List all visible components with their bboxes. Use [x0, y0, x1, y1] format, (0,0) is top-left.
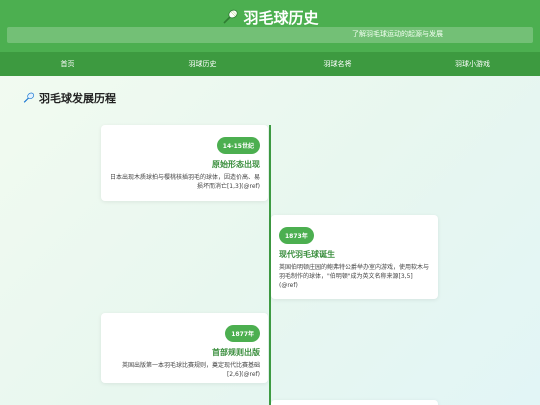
card-text: 英国出版第一本羽毛球比赛规则，奠定现代比赛基础[2,6](@ref) [121, 362, 260, 378]
subtitle-bar: 了解羽毛球运动的起源与发展 [7, 27, 533, 43]
site-header: 羽毛球历史 了解羽毛球运动的起源与发展 [0, 0, 540, 52]
card-title: 原始形态出现 [212, 160, 260, 169]
year-badge: 1873年 [279, 227, 314, 244]
section-title-text: 羽毛球发展历程 [39, 92, 116, 105]
section-title: 羽毛球发展历程 [22, 90, 116, 106]
nav-item-players[interactable]: 羽球名将 [270, 52, 405, 76]
badminton-racket-icon [23, 92, 35, 103]
year-badge: 1877年 [225, 325, 260, 342]
nav-item-home[interactable]: 首页 [0, 52, 135, 76]
badminton-racket-icon [223, 9, 239, 24]
site-title: 羽毛球历史 [0, 6, 540, 28]
timeline-card: 1877年 首部规则出版 英国出版第一本羽毛球比赛规则，奠定现代比赛基础[2,6… [101, 313, 268, 383]
timeline-card: 14-15世纪 原始形态出现 日本出现木质球拍与樱桃核插羽毛的球体，因造价高、易… [101, 125, 268, 201]
year-badge: 14-15世纪 [216, 137, 260, 154]
main-nav: 首页 羽球历史 羽球名将 羽球小游戏 [0, 52, 540, 76]
card-title: 现代羽毛球诞生 [279, 250, 335, 259]
nav-item-games[interactable]: 羽球小游戏 [405, 52, 540, 76]
card-text: 英国伯明顿庄园的鲍弗特公爵举办室内游戏，使用软木与羽毛制作的球体，"伯明顿"成为… [279, 264, 430, 289]
card-text: 日本出现木质球拍与樱桃核插羽毛的球体，因造价高、易损坏而消亡[1,3](@ref… [109, 174, 260, 190]
nav-item-history[interactable]: 羽球历史 [135, 52, 270, 76]
timeline-card-partial [271, 400, 438, 405]
timeline-card: 1873年 现代羽毛球诞生 英国伯明顿庄园的鲍弗特公爵举办室内游戏，使用软木与羽… [271, 215, 438, 299]
site-subtitle: 了解羽毛球运动的起源与发展 [352, 30, 443, 38]
card-title: 首部规则出版 [212, 348, 260, 357]
site-title-text: 羽毛球历史 [243, 8, 319, 27]
